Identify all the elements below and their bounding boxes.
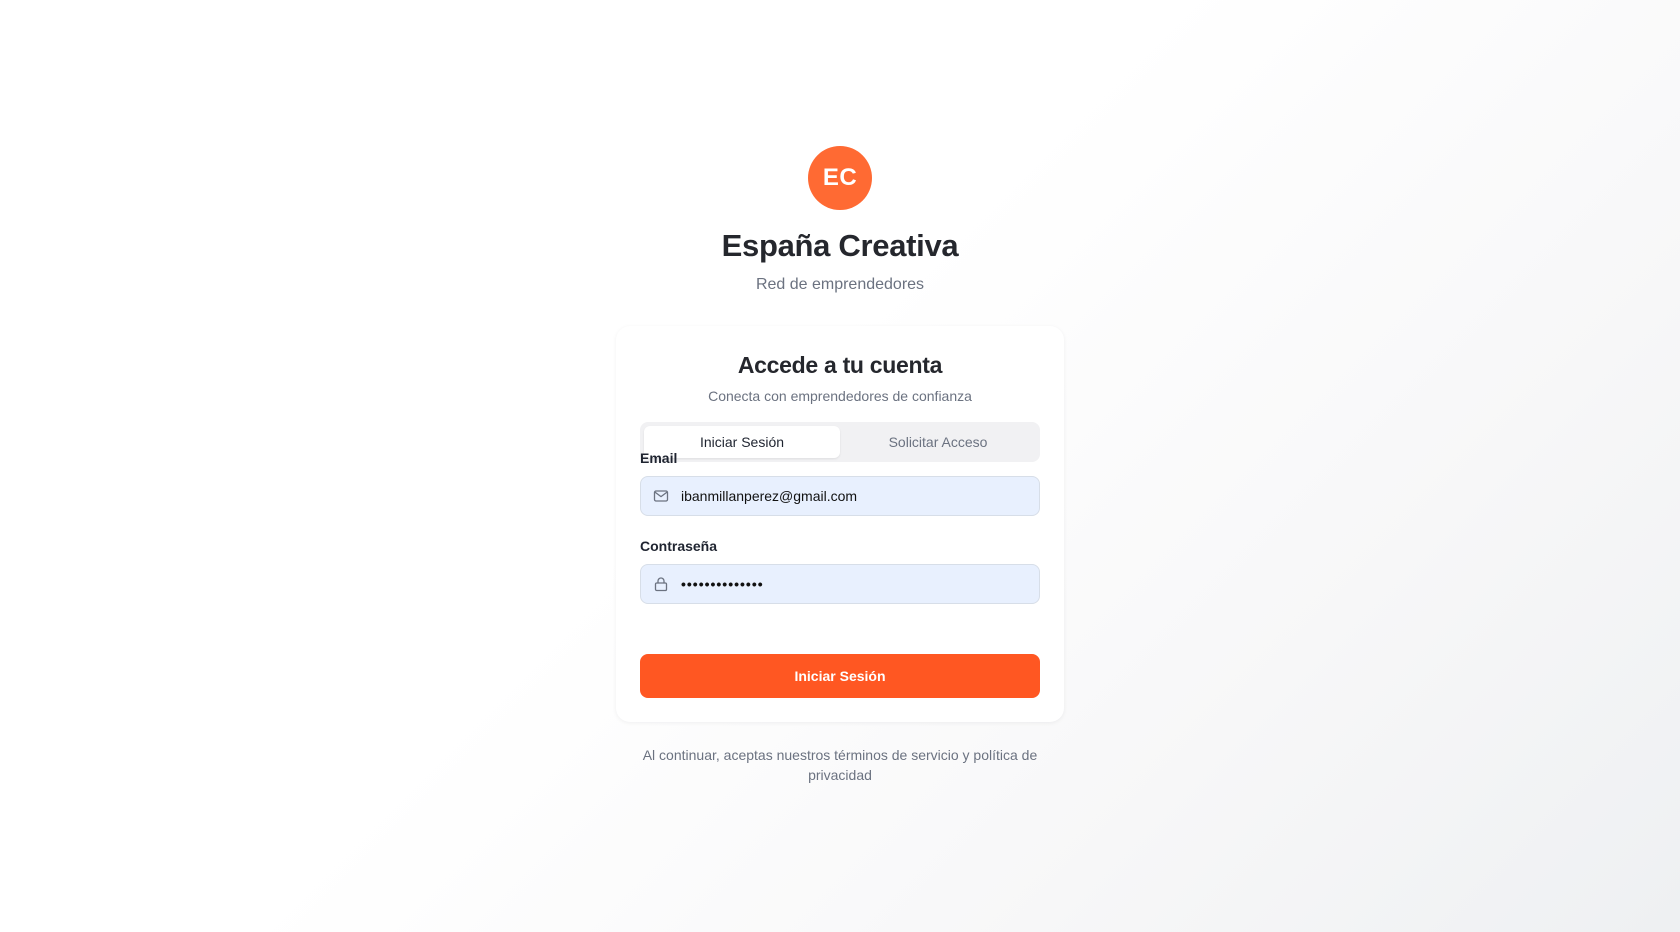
- mail-icon: [653, 488, 669, 504]
- lock-icon: [653, 576, 669, 592]
- brand-subtitle: Red de emprendedores: [755, 276, 925, 293]
- brand-logo: EC: [808, 146, 872, 210]
- tab-request-access[interactable]: Solicitar Acceso: [840, 426, 1036, 458]
- login-card: Accede a tu cuenta Conecta con emprended…: [616, 326, 1064, 722]
- password-label: Contraseña: [640, 538, 718, 554]
- login-page: EC España Creativa Red de emprendedores …: [0, 0, 1680, 932]
- card-subtitle: Conecta con emprendedores de confianza: [708, 388, 972, 404]
- brand-header: EC España Creativa Red de emprendedores: [0, 146, 1680, 294]
- card-title: Accede a tu cuenta: [737, 352, 943, 378]
- email-field[interactable]: ibanmillanperez@gmail.com: [640, 476, 1040, 516]
- login-button[interactable]: Iniciar Sesión: [640, 654, 1040, 698]
- password-value: ••••••••••••••: [681, 576, 764, 592]
- brand-title: España Creativa: [721, 228, 959, 263]
- password-field[interactable]: ••••••••••••••: [640, 564, 1040, 604]
- auth-tabs: Iniciar Sesión Solicitar Acceso: [640, 422, 1040, 462]
- email-value: ibanmillanperez@gmail.com: [681, 488, 858, 504]
- email-label: Email: [640, 450, 678, 466]
- terms-notice: Al continuar, aceptas nuestros términos …: [642, 747, 1038, 783]
